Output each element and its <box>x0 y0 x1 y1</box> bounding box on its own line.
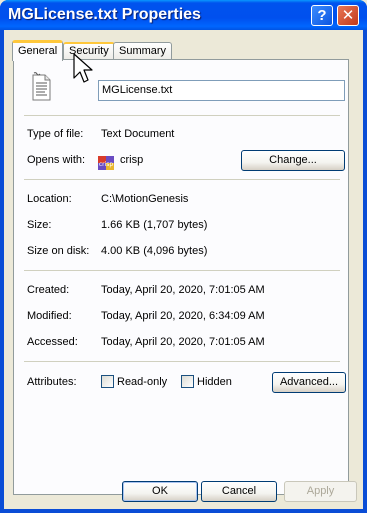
apply-button[interactable]: Apply <box>284 481 357 502</box>
advanced-button[interactable]: Advanced... <box>272 372 346 393</box>
separator <box>24 115 340 116</box>
separator <box>24 361 340 362</box>
attributes-label: Attributes: <box>27 376 77 388</box>
tab-general[interactable]: General <box>12 40 64 61</box>
size-label: Size: <box>27 219 52 231</box>
type-label: Type of file: <box>27 128 84 140</box>
properties-window: MGLicense.txt Properties ? ✕ General Sec… <box>0 0 367 513</box>
help-button[interactable]: ? <box>311 5 333 26</box>
modified-value: Today, April 20, 2020, 6:34:09 AM <box>101 310 265 322</box>
separator <box>24 179 340 180</box>
mouse-pointer-icon <box>73 53 93 83</box>
tab-summary[interactable]: Summary <box>113 42 173 60</box>
hidden-label[interactable]: Hidden <box>197 376 232 388</box>
title-bar[interactable]: MGLicense.txt Properties ? ✕ <box>0 0 367 30</box>
crisp-icon-text: crisp <box>99 161 114 168</box>
accessed-label: Accessed: <box>27 336 78 348</box>
cancel-button[interactable]: Cancel <box>201 481 277 502</box>
created-value: Today, April 20, 2020, 7:01:05 AM <box>101 284 265 296</box>
location-label: Location: <box>27 193 72 205</box>
created-label: Created: <box>27 284 70 296</box>
change-button[interactable]: Change... <box>241 150 345 171</box>
general-panel: MGLicense.txt Type of file: Text Documen… <box>13 59 349 495</box>
location-value: C:\MotionGenesis <box>101 193 189 205</box>
modified-label: Modified: <box>27 310 72 322</box>
window-title: MGLicense.txt Properties <box>8 6 201 23</box>
crisp-app-icon: crisp <box>98 156 114 170</box>
separator <box>24 270 340 271</box>
type-value: Text Document <box>101 128 175 140</box>
hidden-checkbox[interactable] <box>181 375 194 388</box>
opens-with-label: Opens with: <box>27 154 86 166</box>
readonly-checkbox[interactable] <box>101 375 114 388</box>
opens-with-value: crisp <box>120 154 144 166</box>
close-button[interactable]: ✕ <box>337 5 359 26</box>
text-file-icon <box>32 72 51 101</box>
size-on-disk-value: 4.00 KB (4,096 bytes) <box>101 245 208 257</box>
size-value: 1.66 KB (1,707 bytes) <box>101 219 208 231</box>
dialog-client: General Security Summary MGLicense.txt T… <box>4 30 363 509</box>
ok-button[interactable]: OK <box>122 481 198 502</box>
size-on-disk-label: Size on disk: <box>27 245 90 257</box>
readonly-label[interactable]: Read-only <box>117 376 167 388</box>
filename-input[interactable]: MGLicense.txt <box>98 80 345 101</box>
accessed-value: Today, April 20, 2020, 7:01:05 AM <box>101 336 265 348</box>
